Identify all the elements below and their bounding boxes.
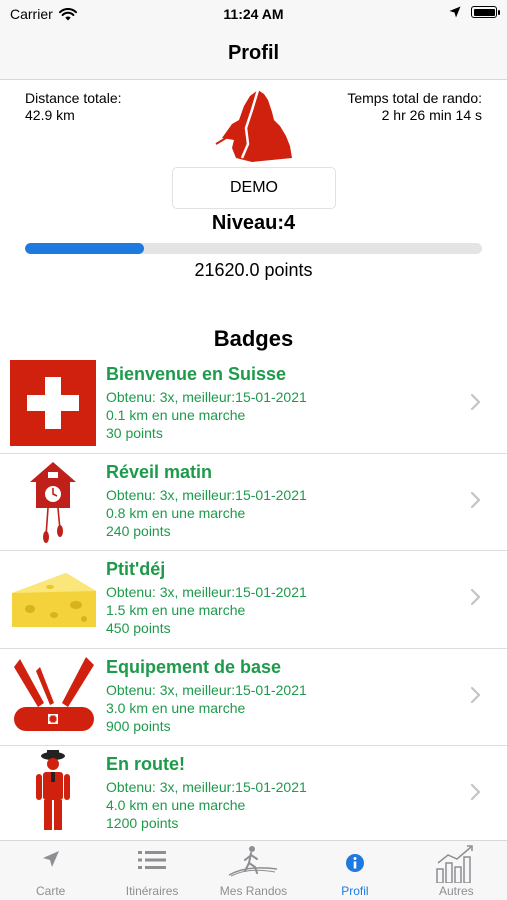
- badge-row-reveil-matin[interactable]: Réveil matin Obtenu: 3x, meilleur:15-01-…: [0, 454, 507, 551]
- chevron-right-icon: [470, 393, 481, 411]
- badge-points: 1200 points: [106, 815, 179, 831]
- matterhorn-logo-icon: [215, 89, 292, 162]
- chevron-right-icon: [470, 686, 481, 703]
- level-progress-bar: [25, 243, 482, 254]
- hiker-icon: [229, 846, 278, 877]
- badge-obtained: Obtenu: 3x, meilleur:15-01-2021: [106, 389, 307, 405]
- chevron-right-icon: [470, 588, 481, 606]
- badge-distance: 4.0 km en une marche: [106, 797, 246, 813]
- badge-distance: 0.1 km en une marche: [106, 407, 246, 423]
- badge-distance: 3.0 km en une marche: [106, 699, 246, 716]
- level-label: Niveau:4: [211, 212, 296, 234]
- badge-row-equipement-de-base[interactable]: Equipement de base Obtenu: 3x, meilleur:…: [0, 649, 507, 746]
- status-time: 11:24 AM: [223, 6, 284, 22]
- battery-icon: [471, 6, 500, 18]
- total-hike-time: Temps total de rando: 2 hr 26 min 14 s: [347, 90, 482, 124]
- badge-row-en-route[interactable]: En route! Obtenu: 3x, meilleur:15-01-202…: [0, 746, 507, 844]
- total-distance-value: 42.9 km: [25, 107, 75, 123]
- tab-label: Itinéraires: [125, 884, 179, 898]
- badge-name: Réveil matin: [106, 461, 213, 482]
- badge-distance: 0.8 km en une marche: [106, 504, 246, 521]
- badge-obtained: Obtenu: 3x, meilleur:15-01-2021: [106, 584, 307, 600]
- badge-points: 450 points: [106, 620, 171, 636]
- swiss-flag-icon: [10, 360, 96, 446]
- tab-label: Mes Randos: [219, 884, 288, 898]
- badge-points: 240 points: [106, 522, 171, 539]
- hiker-figure-icon: [36, 750, 70, 830]
- badge-points: 900 points: [106, 717, 171, 734]
- badge-obtained: Obtenu: 3x, meilleur:15-01-2021: [106, 779, 307, 795]
- tab-label: Carte: [36, 884, 66, 898]
- badge-row-bienvenue-en-suisse[interactable]: Bienvenue en Suisse Obtenu: 3x, meilleur…: [0, 356, 507, 454]
- tab-carte[interactable]: Carte: [0, 841, 101, 900]
- navigation-bar: Profil: [0, 30, 507, 80]
- status-right: [449, 6, 500, 18]
- chevron-right-icon: [470, 783, 481, 801]
- badge-points: 30 points: [106, 425, 163, 441]
- chevron-right-icon: [470, 491, 481, 508]
- level-progress-fill: [25, 243, 144, 254]
- tab-label: Profil: [341, 884, 369, 898]
- location-services-icon: [449, 6, 461, 18]
- badge-distance: 1.5 km en une marche: [106, 602, 246, 618]
- tab-itineraires[interactable]: Itinéraires: [101, 841, 202, 900]
- swiss-army-knife-icon: [14, 656, 94, 731]
- info-icon: [345, 854, 364, 872]
- username-field[interactable]: DEMO: [172, 167, 336, 209]
- page-title: Profil: [227, 42, 280, 64]
- location-arrow-icon: [42, 851, 59, 867]
- cheese-icon: [12, 573, 96, 627]
- badge-obtained: Obtenu: 3x, meilleur:15-01-2021: [106, 681, 307, 698]
- total-hike-time-label: Temps total de rando:: [347, 90, 482, 106]
- points-total: 21620.0 points: [194, 260, 313, 280]
- tab-profil[interactable]: Profil: [304, 841, 405, 900]
- list-icon: [138, 851, 167, 869]
- tab-label: Autres: [438, 884, 474, 898]
- status-bar: Carrier 11:24 AM: [0, 0, 507, 30]
- bar-chart-icon: [436, 845, 474, 883]
- total-hike-time-value: 2 hr 26 min 14 s: [381, 107, 482, 123]
- badges-section-title: Badges: [213, 326, 294, 351]
- tab-autres[interactable]: Autres: [406, 841, 507, 900]
- tab-mes-randos[interactable]: Mes Randos: [203, 841, 304, 900]
- badge-list: Bienvenue en Suisse Obtenu: 3x, meilleur…: [0, 356, 507, 844]
- badge-name: En route!: [106, 754, 185, 774]
- tab-bar: Carte Itinéraires Mes Randos Profil Autr…: [0, 840, 507, 900]
- total-distance-label: Distance totale:: [25, 90, 122, 106]
- badge-row-ptit-dej[interactable]: Ptit'déj Obtenu: 3x, meilleur:15-01-2021…: [0, 551, 507, 649]
- badge-obtained: Obtenu: 3x, meilleur:15-01-2021: [106, 486, 307, 503]
- badge-name: Equipement de base: [106, 656, 282, 677]
- total-distance: Distance totale: 42.9 km: [25, 90, 122, 124]
- badge-name: Bienvenue en Suisse: [106, 364, 287, 384]
- badge-name: Ptit'déj: [106, 559, 166, 579]
- cuckoo-clock-icon: [30, 461, 76, 543]
